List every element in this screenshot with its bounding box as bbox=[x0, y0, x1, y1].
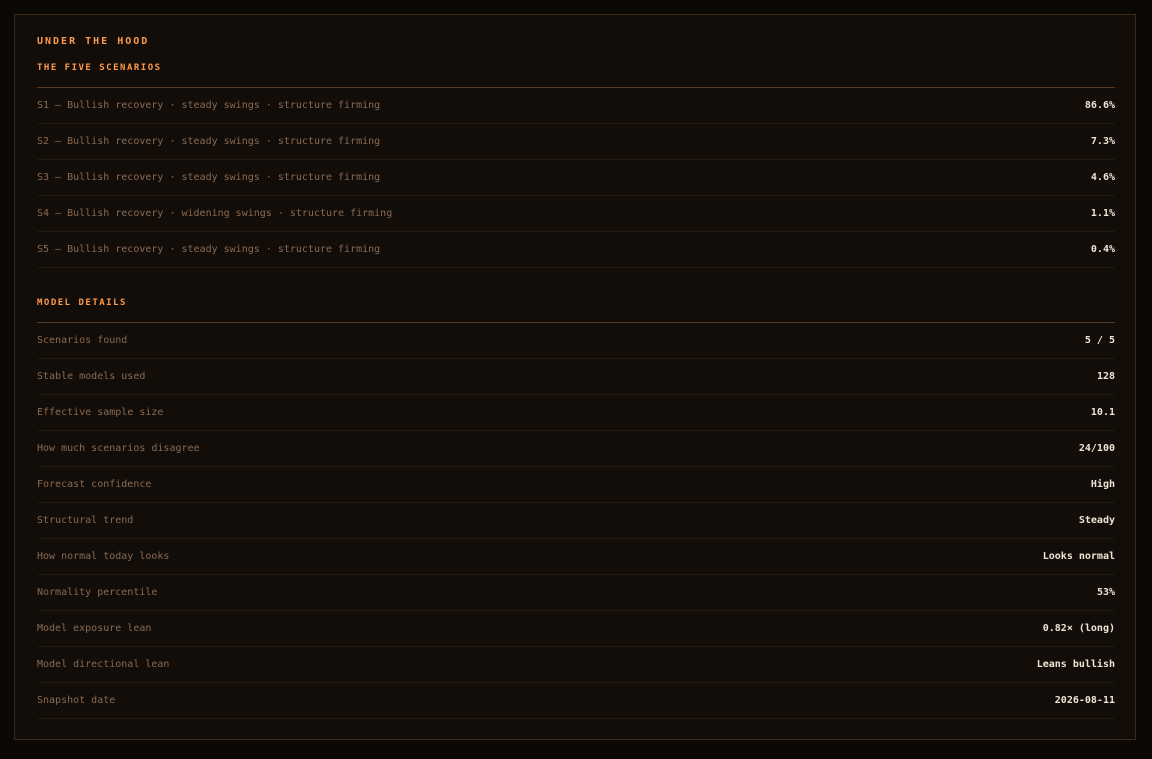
detail-value: 0.82× (long) bbox=[1042, 623, 1115, 634]
detail-label: Effective sample size bbox=[37, 407, 164, 418]
detail-value: 5 / 5 bbox=[1084, 335, 1115, 346]
detail-label: Model directional lean bbox=[37, 659, 170, 670]
table-row: S3 — Bullish recovery · steady swings · … bbox=[37, 160, 1115, 196]
table-row: S5 — Bullish recovery · steady swings · … bbox=[37, 232, 1115, 268]
detail-label: How normal today looks bbox=[37, 551, 170, 562]
scenario-probability: 86.6% bbox=[1084, 100, 1115, 111]
detail-value: 2026-08-11 bbox=[1054, 695, 1115, 706]
table-row: Model exposure lean 0.82× (long) bbox=[37, 611, 1115, 647]
detail-label: How much scenarios disagree bbox=[37, 443, 200, 454]
detail-label: Model exposure lean bbox=[37, 623, 152, 634]
detail-value: 10.1 bbox=[1090, 407, 1115, 418]
model-details-heading: MODEL DETAILS bbox=[37, 298, 127, 308]
table-row: Scenarios found 5 / 5 bbox=[37, 323, 1115, 359]
panel-title: UNDER THE HOOD bbox=[37, 36, 150, 47]
scenario-label: S3 — Bullish recovery · steady swings · … bbox=[37, 172, 381, 183]
under-the-hood-panel: UNDER THE HOOD THE FIVE SCENARIOS S1 — B… bbox=[14, 14, 1136, 740]
scenario-probability: 7.3% bbox=[1090, 136, 1115, 147]
table-row: Model directional lean Leans bullish bbox=[37, 647, 1115, 683]
scenario-probability: 0.4% bbox=[1090, 244, 1115, 255]
scenario-label: S5 — Bullish recovery · steady swings · … bbox=[37, 244, 381, 255]
table-row: Structural trend Steady bbox=[37, 503, 1115, 539]
table-row: S2 — Bullish recovery · steady swings · … bbox=[37, 124, 1115, 160]
table-row: How much scenarios disagree 24/100 bbox=[37, 431, 1115, 467]
scenario-label: S1 — Bullish recovery · steady swings · … bbox=[37, 100, 381, 111]
detail-label: Stable models used bbox=[37, 371, 146, 382]
table-row: S4 — Bullish recovery · widening swings … bbox=[37, 196, 1115, 232]
scenario-label: S2 — Bullish recovery · steady swings · … bbox=[37, 136, 381, 147]
detail-label: Structural trend bbox=[37, 515, 134, 526]
detail-value: 53% bbox=[1096, 587, 1115, 598]
detail-value: Steady bbox=[1078, 515, 1115, 526]
table-row: How normal today looks Looks normal bbox=[37, 539, 1115, 575]
scenario-label: S4 — Bullish recovery · widening swings … bbox=[37, 208, 393, 219]
table-row: S1 — Bullish recovery · steady swings · … bbox=[37, 88, 1115, 124]
detail-value: Looks normal bbox=[1042, 551, 1115, 562]
detail-value: 128 bbox=[1096, 371, 1115, 382]
table-row: Normality percentile 53% bbox=[37, 575, 1115, 611]
table-row: Stable models used 128 bbox=[37, 359, 1115, 395]
model-details-table: Scenarios found 5 / 5 Stable models used… bbox=[37, 322, 1115, 719]
detail-label: Snapshot date bbox=[37, 695, 116, 706]
table-row: Effective sample size 10.1 bbox=[37, 395, 1115, 431]
detail-label: Scenarios found bbox=[37, 335, 128, 346]
scenario-probability: 1.1% bbox=[1090, 208, 1115, 219]
scenarios-table: S1 — Bullish recovery · steady swings · … bbox=[37, 87, 1115, 268]
detail-value: 24/100 bbox=[1078, 443, 1115, 454]
detail-label: Forecast confidence bbox=[37, 479, 152, 490]
table-row: Snapshot date 2026-08-11 bbox=[37, 683, 1115, 719]
table-row: Forecast confidence High bbox=[37, 467, 1115, 503]
detail-label: Normality percentile bbox=[37, 587, 158, 598]
scenarios-heading: THE FIVE SCENARIOS bbox=[37, 63, 162, 73]
detail-value: High bbox=[1090, 479, 1115, 490]
scenario-probability: 4.6% bbox=[1090, 172, 1115, 183]
detail-value: Leans bullish bbox=[1036, 659, 1115, 670]
